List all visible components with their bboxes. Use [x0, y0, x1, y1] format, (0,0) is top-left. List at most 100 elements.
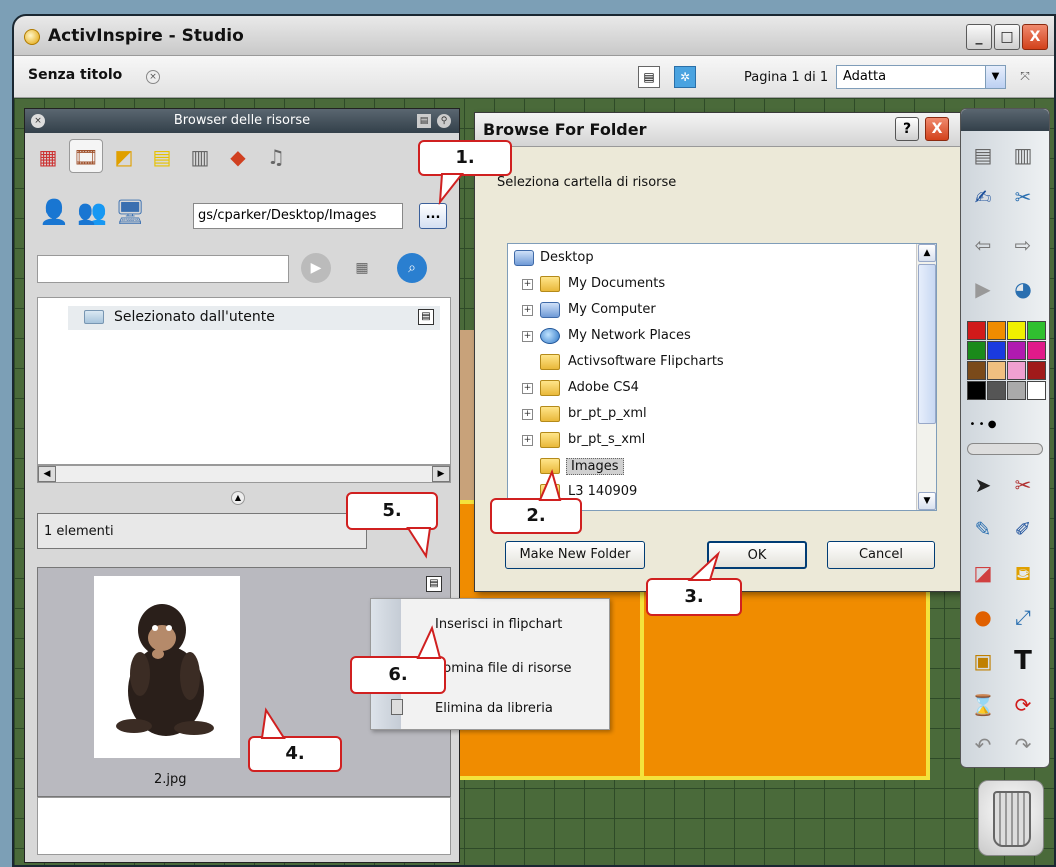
tree-row-desktop[interactable]: Desktop: [508, 246, 908, 272]
highlighter-icon[interactable]: ✐: [1007, 513, 1039, 545]
tools-icon[interactable]: ✂: [1007, 181, 1039, 213]
undo-icon[interactable]: ↶: [967, 729, 999, 761]
scroll-right-icon[interactable]: ▶: [432, 466, 450, 482]
tree-item-user-selected[interactable]: Selezionato dall'utente ▤: [68, 306, 440, 330]
search-icon[interactable]: ⌕: [397, 253, 427, 283]
minimize-button[interactable]: _: [966, 24, 992, 50]
color-swatch[interactable]: [967, 361, 986, 380]
menu-item-insert[interactable]: Inserisci in flipchart: [435, 617, 562, 632]
text-icon[interactable]: T: [1007, 645, 1039, 677]
expand-icon[interactable]: +: [522, 409, 533, 420]
color-swatch[interactable]: [987, 361, 1006, 380]
tree-row-my-computer[interactable]: + My Computer: [508, 298, 908, 324]
color-swatch[interactable]: [1007, 381, 1026, 400]
page-menu-icon[interactable]: ▤: [638, 66, 660, 88]
zoom-select[interactable]: Adatta ▼: [836, 65, 1006, 89]
connector-icon[interactable]: ⤢: [1007, 601, 1039, 633]
tree-menu-icon[interactable]: ▤: [418, 309, 434, 325]
shapes-icon[interactable]: ◆: [221, 139, 255, 173]
panel-close-icon[interactable]: ×: [31, 114, 45, 128]
color-swatch[interactable]: [1027, 321, 1046, 340]
expand-icon[interactable]: +: [522, 305, 533, 316]
color-swatch[interactable]: [967, 341, 986, 360]
refresh-icon[interactable]: ⟳: [1007, 689, 1039, 721]
tree-row-network[interactable]: + My Network Places: [508, 324, 908, 350]
tree-row-br-pt-s[interactable]: + br_pt_s_xml: [508, 428, 908, 454]
sounds-icon[interactable]: ♫: [259, 139, 293, 173]
expand-icon[interactable]: +: [522, 435, 533, 446]
maximize-button[interactable]: □: [994, 24, 1020, 50]
color-swatch[interactable]: [1027, 361, 1046, 380]
color-swatch[interactable]: [987, 341, 1006, 360]
color-swatch[interactable]: [1007, 321, 1026, 340]
scroll-up-icon[interactable]: ▲: [918, 244, 936, 262]
panel-pin-icon[interactable]: ⚲: [437, 114, 451, 128]
color-swatch[interactable]: [967, 381, 986, 400]
main-menu-icon[interactable]: ▤: [967, 139, 999, 171]
tree-row-adobe[interactable]: + Adobe CS4: [508, 376, 908, 402]
redo-icon[interactable]: ↷: [1007, 729, 1039, 761]
chevron-down-icon[interactable]: ▼: [985, 66, 1005, 88]
shared-resources-icon[interactable]: 👥: [77, 197, 107, 227]
color-swatch[interactable]: [987, 321, 1006, 340]
tree-row-activsoftware[interactable]: Activsoftware Flipcharts: [508, 350, 908, 376]
scroll-left-icon[interactable]: ◀: [38, 466, 56, 482]
color-swatch[interactable]: [1027, 381, 1046, 400]
expand-icon[interactable]: +: [522, 331, 533, 342]
select-arrow-icon[interactable]: ➤: [967, 469, 999, 501]
tree-row-my-documents[interactable]: + My Documents: [508, 272, 908, 298]
expand-icon[interactable]: +: [522, 279, 533, 290]
prev-page-icon[interactable]: ⇦: [967, 229, 999, 261]
browsers-icon[interactable]: ▥: [1007, 139, 1039, 171]
my-resources-icon[interactable]: 👤: [39, 197, 69, 227]
fullscreen-icon[interactable]: ⤧: [1014, 66, 1036, 88]
notes-icon[interactable]: ▤: [145, 139, 179, 173]
pen-icon[interactable]: ✎: [967, 513, 999, 545]
reset-icon[interactable]: ⌛: [967, 689, 999, 721]
pen-mode-icon[interactable]: ✍: [967, 181, 999, 213]
clear-icon[interactable]: ▣: [967, 645, 999, 677]
scroll-thumb[interactable]: [918, 264, 936, 424]
search-options-icon[interactable]: ▦: [347, 253, 377, 283]
close-button[interactable]: X: [1022, 24, 1048, 50]
resource-path-field[interactable]: gs/cparker/Desktop/Images: [193, 203, 403, 229]
menu-item-rename[interactable]: nomina file di risorse: [435, 661, 572, 676]
help-button[interactable]: ?: [895, 117, 919, 141]
ok-button[interactable]: OK: [707, 541, 807, 569]
fill-icon[interactable]: ⛾: [1007, 557, 1039, 589]
color-swatch[interactable]: [1027, 341, 1046, 360]
expand-icon[interactable]: +: [522, 383, 533, 394]
tab-close-icon[interactable]: ×: [146, 70, 160, 84]
colour-picker-icon[interactable]: ◕: [1007, 273, 1039, 305]
cancel-button[interactable]: Cancel: [827, 541, 935, 569]
user-folder-icon[interactable]: 🖥: [115, 197, 145, 227]
color-swatch[interactable]: [967, 321, 986, 340]
color-swatch[interactable]: [1007, 341, 1026, 360]
trash-can-icon[interactable]: [978, 780, 1044, 856]
tree-row-br-pt-p[interactable]: + br_pt_p_xml: [508, 402, 908, 428]
color-swatch[interactable]: [987, 381, 1006, 400]
thumbnail-menu-icon[interactable]: ▤: [426, 576, 442, 592]
eraser-icon[interactable]: ◪: [967, 557, 999, 589]
vertical-scrollbar[interactable]: ▲ ▼: [916, 244, 936, 510]
panel-menu-icon[interactable]: ▤: [417, 114, 431, 128]
scroll-down-icon[interactable]: ▼: [918, 492, 936, 510]
document-tab[interactable]: Senza titolo: [28, 67, 122, 83]
next-page-icon[interactable]: ⇨: [1007, 229, 1039, 261]
thumbnail-image[interactable]: [94, 576, 240, 758]
pages-icon[interactable]: ▥: [183, 139, 217, 173]
pen-width-icon[interactable]: • • ●: [967, 409, 999, 441]
backgrounds-icon[interactable]: ◩: [107, 139, 141, 173]
all-resources-icon[interactable]: ▦: [31, 139, 65, 173]
play-icon[interactable]: ▶: [301, 253, 331, 283]
browse-folder-button[interactable]: ...: [419, 203, 447, 229]
make-new-folder-button[interactable]: Make New Folder: [505, 541, 645, 569]
horizontal-scrollbar[interactable]: ◀ ▶: [37, 465, 451, 483]
splitter-handle[interactable]: ▲: [231, 491, 245, 505]
dialog-close-button[interactable]: X: [925, 117, 949, 141]
color-swatch[interactable]: [1007, 361, 1026, 380]
shape-icon[interactable]: ●: [967, 601, 999, 633]
menu-item-delete[interactable]: Elimina da libreria: [435, 701, 553, 716]
search-input[interactable]: [37, 255, 289, 283]
play-icon[interactable]: ▶: [967, 273, 999, 305]
